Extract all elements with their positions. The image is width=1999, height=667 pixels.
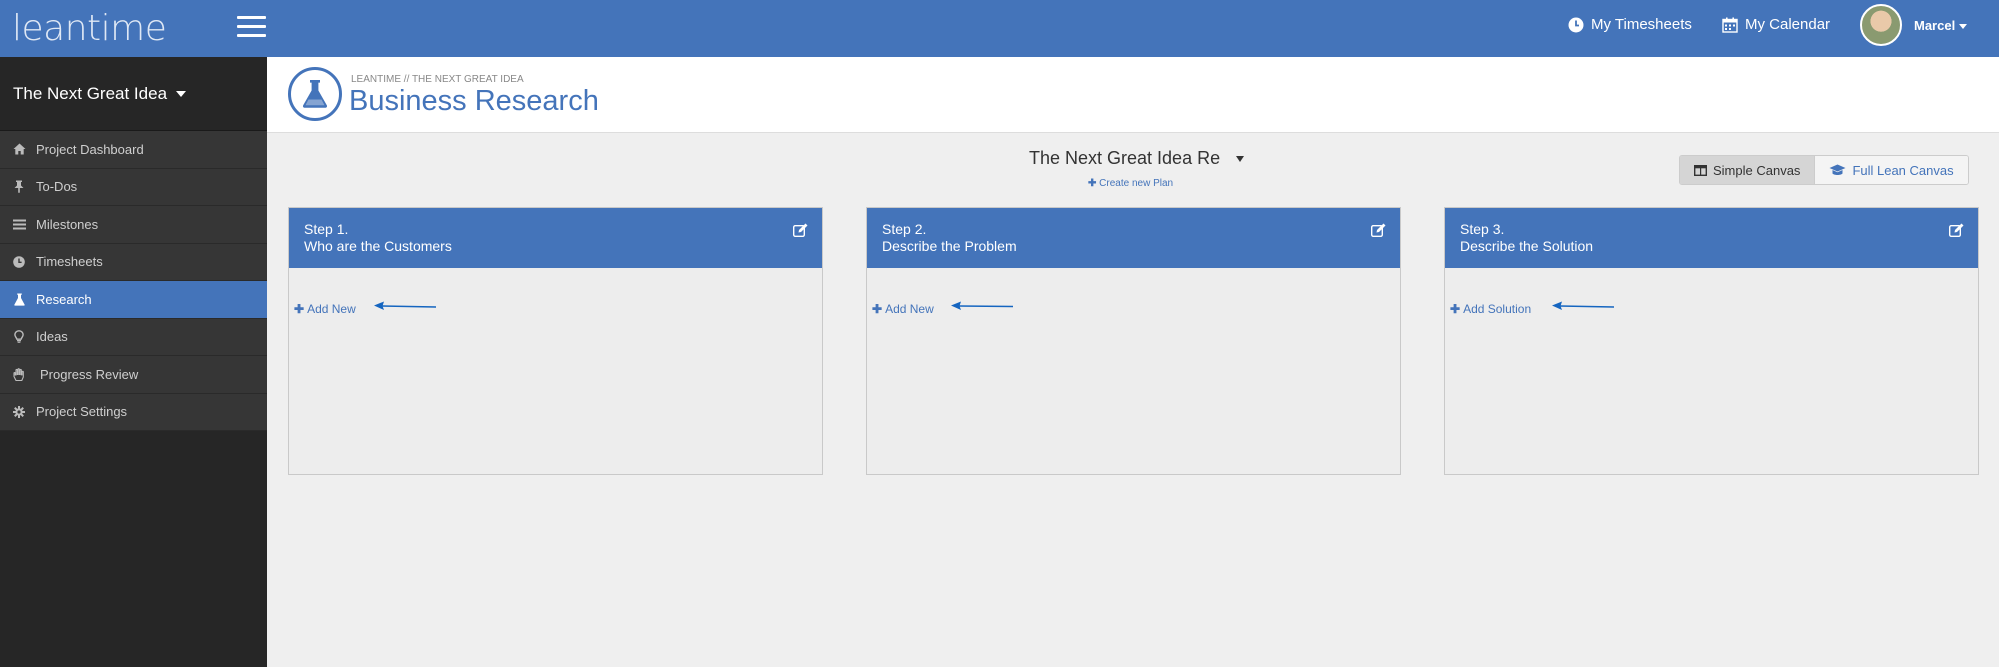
add-new-button[interactable]: ✚ Add New <box>294 302 356 316</box>
column-header: Step 3. Describe the Solution <box>1445 208 1978 268</box>
clock-icon <box>1568 17 1584 32</box>
sidebar-nav: Project Dashboard To-Dos Milestones Time… <box>0 131 267 431</box>
simple-canvas-label: Simple Canvas <box>1713 162 1801 178</box>
create-plan-label: Create new Plan <box>1099 178 1174 189</box>
sidebar-item-project-dashboard[interactable]: Project Dashboard <box>0 131 267 169</box>
home-icon <box>12 142 26 156</box>
column-title: Describe the Problem <box>882 238 1017 254</box>
flask-icon <box>12 292 26 306</box>
sidebar-item-ideas[interactable]: Ideas <box>0 318 267 356</box>
canvas-column-step-2: Step 2. Describe the Problem ✚ Add New <box>866 207 1401 475</box>
arrow-left-icon <box>1552 301 1614 310</box>
column-title: Describe the Solution <box>1460 238 1594 254</box>
lightbulb-icon <box>12 330 26 344</box>
column-step: Step 1. <box>304 221 349 237</box>
graduation-cap-icon <box>1829 164 1846 175</box>
sidebar-item-label: Progress Review <box>40 366 139 382</box>
create-new-plan-link[interactable]: ✚ Create new Plan <box>1088 178 1173 189</box>
chevron-down-icon <box>176 90 187 97</box>
canvas-type-switch: Simple Canvas Full Lean Canvas <box>1679 155 1969 185</box>
sidebar-item-label: To-Dos <box>36 179 78 195</box>
column-title: Who are the Customers <box>304 238 452 254</box>
plus-icon: ✚ <box>1450 302 1461 316</box>
my-calendar-link[interactable]: My Calendar <box>1722 16 1830 33</box>
sidebar-item-research[interactable]: Research <box>0 281 267 319</box>
sidebar-item-project-settings[interactable]: Project Settings <box>0 393 267 431</box>
page-title: Business Research <box>349 85 599 117</box>
add-new-label: Add New <box>307 302 356 316</box>
plan-selector[interactable]: The Next Great Idea Re <box>1029 148 1245 169</box>
full-lean-canvas-button[interactable]: Full Lean Canvas <box>1815 156 1968 184</box>
column-step: Step 2. <box>882 221 927 237</box>
menu-toggle-button[interactable] <box>237 16 266 38</box>
sidebar: The Next Great Idea Project Dashboard To… <box>0 57 267 667</box>
my-timesheets-link[interactable]: My Timesheets <box>1568 16 1692 33</box>
sidebar-item-milestones[interactable]: Milestones <box>0 206 267 244</box>
project-selector[interactable]: The Next Great Idea <box>0 57 267 131</box>
chevron-down-icon <box>1959 23 1968 29</box>
sidebar-item-label: Research <box>36 291 92 307</box>
my-timesheets-label: My Timesheets <box>1591 16 1692 33</box>
user-menu[interactable]: Marcel <box>1860 4 1968 46</box>
plus-icon: ✚ <box>294 302 305 316</box>
canvas-column-step-3: Step 3. Describe the Solution ✚ Add Solu… <box>1444 207 1979 475</box>
table-icon <box>1694 164 1707 176</box>
hand-icon <box>12 367 26 381</box>
column-step: Step 3. <box>1460 221 1505 237</box>
arrow-left-icon <box>951 301 1013 310</box>
breadcrumb: LEANTIME // THE NEXT GREAT IDEA <box>351 74 524 85</box>
project-name: The Next Great Idea <box>13 83 168 103</box>
edit-icon[interactable] <box>1371 223 1386 237</box>
sidebar-item-label: Ideas <box>36 329 68 345</box>
sidebar-item-timesheets[interactable]: Timesheets <box>0 243 267 281</box>
page-header: LEANTIME // THE NEXT GREAT IDEA Business… <box>267 57 1999 133</box>
flask-icon <box>288 67 342 121</box>
gear-icon <box>12 405 26 419</box>
clock-icon <box>12 255 26 269</box>
canvas-column-step-1: Step 1. Who are the Customers ✚ Add New <box>288 207 823 475</box>
app-logo[interactable]: leantime <box>12 8 167 49</box>
sidebar-item-label: Timesheets <box>36 254 103 270</box>
add-solution-button[interactable]: ✚ Add Solution <box>1450 302 1531 316</box>
edit-icon[interactable] <box>1949 223 1964 237</box>
full-lean-canvas-label: Full Lean Canvas <box>1852 162 1954 178</box>
simple-canvas-button[interactable]: Simple Canvas <box>1680 156 1816 184</box>
sidebar-item-label: Project Dashboard <box>36 141 144 157</box>
dropdown-arrow-icon <box>1236 155 1245 162</box>
user-name: Marcel <box>1914 17 1956 33</box>
add-new-button[interactable]: ✚ Add New <box>872 302 934 316</box>
add-new-label: Add New <box>885 302 934 316</box>
plan-selected-value: The Next Great Idea Re <box>1029 148 1221 168</box>
top-header: leantime My Timesheets My Calendar Marce… <box>0 0 1999 57</box>
sidebar-item-todos[interactable]: To-Dos <box>0 168 267 206</box>
plus-icon: ✚ <box>1088 178 1097 189</box>
calendar-icon <box>1722 17 1738 33</box>
pin-icon <box>12 180 26 194</box>
sliders-icon <box>12 217 26 231</box>
add-solution-label: Add Solution <box>1463 302 1532 316</box>
edit-icon[interactable] <box>793 223 808 237</box>
arrow-left-icon <box>374 301 436 310</box>
avatar <box>1860 4 1902 46</box>
sidebar-item-progress-review[interactable]: Progress Review <box>0 356 267 394</box>
column-header: Step 1. Who are the Customers <box>289 208 822 268</box>
column-header: Step 2. Describe the Problem <box>867 208 1400 268</box>
my-calendar-label: My Calendar <box>1745 16 1831 33</box>
sidebar-item-label: Milestones <box>36 216 99 232</box>
plus-icon: ✚ <box>872 302 883 316</box>
sidebar-item-label: Project Settings <box>36 404 128 420</box>
